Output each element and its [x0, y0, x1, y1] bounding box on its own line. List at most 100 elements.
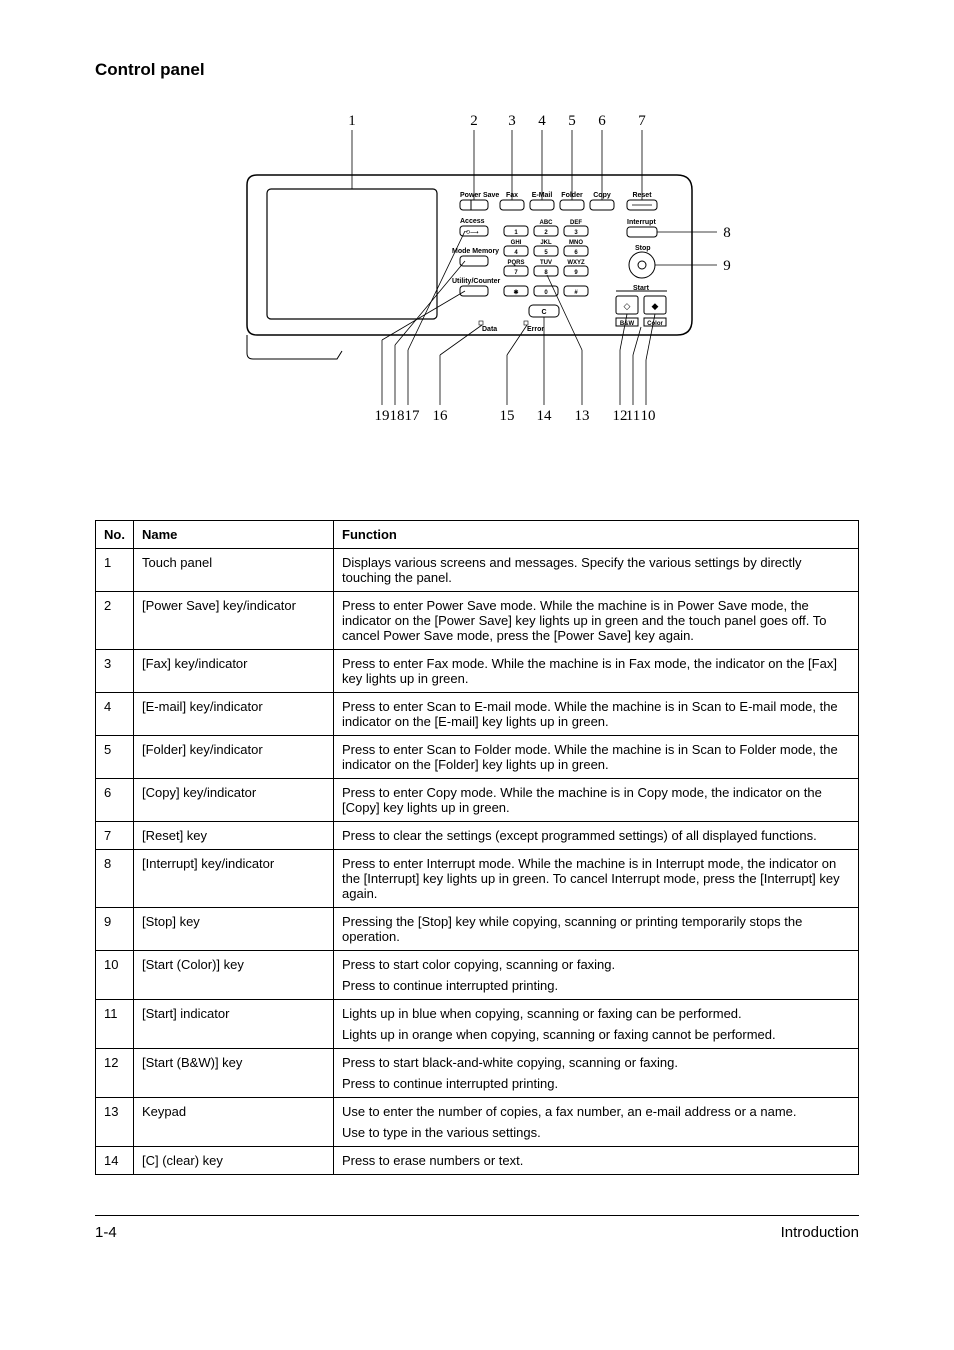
svg-text:WXYZ: WXYZ: [567, 260, 585, 266]
cell-no: 1: [96, 549, 134, 592]
callout-17: 17: [405, 408, 421, 424]
cell-no: 13: [96, 1098, 134, 1147]
callout-14: 14: [537, 408, 553, 424]
cell-name: [Interrupt] key/indicator: [134, 850, 334, 908]
cell-name: [C] (clear) key: [134, 1147, 334, 1175]
header-name: Name: [134, 521, 334, 549]
color-label: Color: [647, 321, 663, 327]
callout-18: 18: [390, 408, 405, 424]
data-label: Data: [482, 326, 497, 333]
svg-text:◇: ◇: [624, 301, 631, 311]
cell-name: [Start (B&W)] key: [134, 1049, 334, 1098]
interrupt-label: Interrupt: [627, 219, 656, 226]
table-row: 5[Folder] key/indicatorPress to enter Sc…: [96, 736, 859, 779]
svg-text:MNO: MNO: [569, 240, 583, 246]
cell-function: Press to enter Fax mode. While the machi…: [334, 650, 859, 693]
table-row: 10[Start (Color)] key Press to start colo…: [96, 951, 859, 1000]
cell-function: Lights up in blue when copying, scanning…: [334, 1000, 859, 1049]
function-paragraph: Press to enter Fax mode. While the machi…: [342, 656, 850, 686]
function-paragraph: Lights up in blue when copying, scanning…: [342, 1006, 850, 1021]
table-row: 1Touch panelDisplays various screens and…: [96, 549, 859, 592]
table-row: 2[Power Save] key/indicatorPress to ente…: [96, 592, 859, 650]
svg-text:DEF: DEF: [570, 220, 582, 226]
function-paragraph: Pressing the [Stop] key while copying, s…: [342, 914, 850, 944]
callout-7: 7: [638, 113, 646, 129]
mode-memory-label: Mode Memory: [452, 248, 499, 255]
function-paragraph: Press to clear the settings (except prog…: [342, 828, 850, 843]
callout-10: 10: [641, 408, 656, 424]
function-paragraph: Displays various screens and messages. S…: [342, 555, 850, 585]
svg-text:PQRS: PQRS: [507, 260, 524, 266]
cell-function: Use to enter the number of copies, a fax…: [334, 1098, 859, 1147]
callout-2: 2: [470, 113, 478, 129]
function-paragraph: Press to continue interrupted printing.: [342, 978, 850, 993]
cell-no: 10: [96, 951, 134, 1000]
svg-text:4: 4: [514, 250, 518, 256]
cell-function: Displays various screens and messages. S…: [334, 549, 859, 592]
callout-16: 16: [433, 408, 449, 424]
svg-text:7: 7: [514, 270, 518, 276]
cell-name: [Stop] key: [134, 908, 334, 951]
cell-name: [Start (Color)] key: [134, 951, 334, 1000]
svg-text:3: 3: [574, 230, 578, 236]
svg-text:1: 1: [514, 230, 518, 236]
cell-no: 5: [96, 736, 134, 779]
callout-13: 13: [575, 408, 590, 424]
page-footer: 1-4 Introduction: [95, 1215, 859, 1241]
cell-no: 3: [96, 650, 134, 693]
svg-text:8: 8: [544, 270, 548, 276]
svg-text:✱: ✱: [513, 289, 518, 296]
svg-text:◆: ◆: [652, 301, 659, 311]
cell-function: Press to start color copying, scanning o…: [334, 951, 859, 1000]
svg-text:JKL: JKL: [540, 240, 552, 246]
callout-6: 6: [598, 113, 606, 129]
table-row: 3[Fax] key/indicator Press to enter Fax m…: [96, 650, 859, 693]
cell-no: 14: [96, 1147, 134, 1175]
table-row: 7[Reset] keyPress to clear the settings …: [96, 822, 859, 850]
callout-11: 11: [626, 408, 640, 424]
svg-text:TUV: TUV: [540, 260, 552, 266]
svg-text:⟲⟶: ⟲⟶: [465, 230, 479, 236]
svg-text:0: 0: [544, 290, 548, 296]
cell-no: 7: [96, 822, 134, 850]
table-row: 14[C] (clear) keyPress to erase numbers …: [96, 1147, 859, 1175]
table-row: 6[Copy] key/indicatorPress to enter Copy…: [96, 779, 859, 822]
function-paragraph: Press to continue interrupted printing.: [342, 1076, 850, 1091]
function-paragraph: Press to start color copying, scanning o…: [342, 957, 850, 972]
cell-function: Press to enter Power Save mode. While th…: [334, 592, 859, 650]
table-row: 8[Interrupt] key/indicatorPress to enter…: [96, 850, 859, 908]
svg-text:9: 9: [574, 270, 578, 276]
access-label: Access: [460, 218, 485, 225]
cell-name: [Fax] key/indicator: [134, 650, 334, 693]
svg-text:5: 5: [544, 250, 548, 256]
cell-name: [E-mail] key/indicator: [134, 693, 334, 736]
cell-name: [Copy] key/indicator: [134, 779, 334, 822]
table-row: 13KeypadUse to enter the number of copie…: [96, 1098, 859, 1147]
error-label: Error: [527, 326, 544, 333]
callout-3: 3: [508, 113, 516, 129]
cell-function: Pressing the [Stop] key while copying, s…: [334, 908, 859, 951]
section-title: Control panel: [95, 60, 859, 80]
stop-label: Stop: [635, 245, 651, 252]
function-paragraph: Lights up in orange when copying, scanni…: [342, 1027, 850, 1042]
cell-no: 9: [96, 908, 134, 951]
cell-name: [Power Save] key/indicator: [134, 592, 334, 650]
svg-text:#: #: [574, 290, 578, 296]
table-row: 9[Stop] key Pressing the [Stop] key while…: [96, 908, 859, 951]
callout-19: 19: [375, 408, 390, 424]
function-paragraph: Press to enter Power Save mode. While th…: [342, 598, 850, 643]
table-row: 4[E-mail] key/indicatorPress to enter Sc…: [96, 693, 859, 736]
utility-counter-label: Utility/Counter: [452, 278, 500, 285]
cell-no: 11: [96, 1000, 134, 1049]
callout-5: 5: [568, 113, 576, 129]
function-paragraph: Use to enter the number of copies, a fax…: [342, 1104, 850, 1119]
cell-function: Press to enter Scan to E-mail mode. Whil…: [334, 693, 859, 736]
table-row: 11[Start] indicator Lights up in blue whe…: [96, 1000, 859, 1049]
cell-function: Press to erase numbers or text.: [334, 1147, 859, 1175]
cell-function: Press to enter Interrupt mode. While the…: [334, 850, 859, 908]
svg-text:ABC: ABC: [540, 220, 554, 226]
cell-function: Press to enter Copy mode. While the mach…: [334, 779, 859, 822]
cell-no: 8: [96, 850, 134, 908]
cell-name: [Start] indicator: [134, 1000, 334, 1049]
cell-function: Press to enter Scan to Folder mode. Whil…: [334, 736, 859, 779]
